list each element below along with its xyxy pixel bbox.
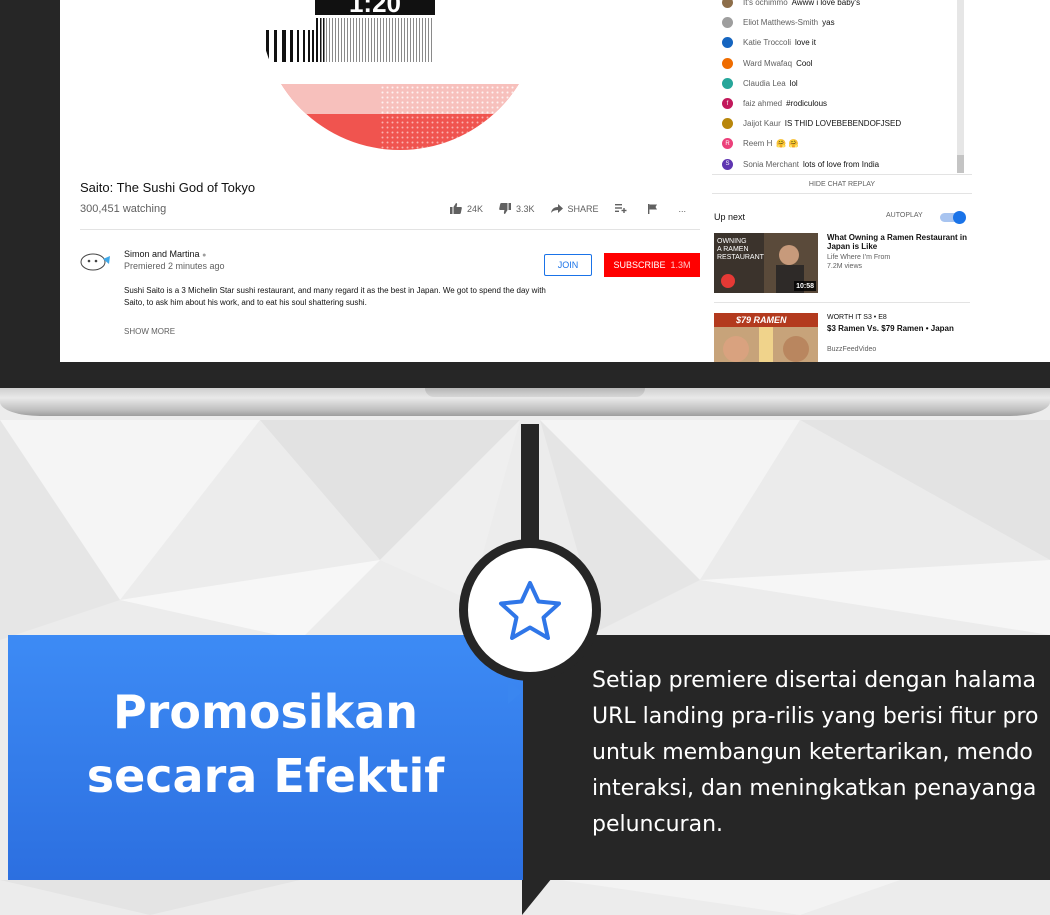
more-button[interactable]: ... bbox=[679, 204, 687, 214]
chat-avatar[interactable] bbox=[722, 57, 733, 69]
report-button[interactable] bbox=[647, 203, 663, 214]
recommended-video[interactable]: OWNING A RAMEN RESTAURANT 10:58 What Own… bbox=[714, 233, 974, 295]
chat-text: lol bbox=[789, 78, 798, 88]
svg-text:RESTAURANT: RESTAURANT bbox=[717, 254, 765, 261]
chat-message: Katie Troccoli love it bbox=[722, 37, 816, 49]
video-thumbnail[interactable]: $79 RAMEN bbox=[714, 313, 818, 362]
chat-author[interactable]: Sonia Merchant bbox=[743, 160, 799, 169]
autoplay-label: AUTOPLAY bbox=[886, 212, 923, 219]
chat-avatar[interactable] bbox=[722, 118, 733, 130]
channel-avatar[interactable] bbox=[78, 250, 112, 274]
premiere-countdown-art: 1:20 bbox=[260, 0, 540, 150]
chat-text: lots of love from India bbox=[803, 159, 880, 169]
live-chat-replay: It's ochimmo Awww i love baby's Eliot Matt… bbox=[712, 0, 972, 195]
chat-text: #rodiculous bbox=[786, 99, 828, 108]
panel-tail bbox=[522, 878, 552, 915]
video-thumbnail[interactable]: OWNING A RAMEN RESTAURANT 10:58 bbox=[714, 233, 818, 293]
chat-message: It's ochimmo Awww i love baby's bbox=[722, 0, 860, 8]
watching-count: 300,451 watching bbox=[80, 203, 167, 215]
chat-avatar[interactable] bbox=[722, 37, 733, 49]
subscriber-count: 1.3M bbox=[670, 260, 691, 270]
add-to-playlist-button[interactable] bbox=[614, 204, 632, 213]
chat-author[interactable]: It's ochimmo bbox=[743, 0, 788, 7]
chat-message: R Reem H 🤗 🤗 bbox=[722, 138, 799, 150]
hide-chat-replay-button[interactable]: HIDE CHAT REPLAY bbox=[712, 174, 972, 194]
divider bbox=[714, 302, 970, 303]
chat-message: Jaijot Kaur IS THID LOVEBEBENDOFJSED bbox=[722, 118, 902, 130]
share-icon bbox=[550, 204, 563, 213]
video-actions: 24K 3.3K SHARE ... bbox=[450, 203, 702, 214]
feature-heading: Promosikan secara Efektif bbox=[86, 685, 445, 803]
chat-author[interactable]: faiz ahmed bbox=[743, 99, 782, 108]
youtube-screen: 1:20 Saito: The Sushi God of Tokyo 300,4… bbox=[60, 0, 1050, 362]
channel-name[interactable]: Simon and Martina ● bbox=[124, 249, 206, 259]
video-title: Saito: The Sushi God of Tokyo bbox=[80, 180, 256, 195]
chat-message: S Sonia Merchant lots of love from India bbox=[722, 158, 880, 170]
chat-text: 🤗 🤗 bbox=[776, 139, 799, 149]
chat-avatar[interactable] bbox=[722, 17, 733, 29]
panel-notch bbox=[508, 680, 522, 704]
chat-avatar[interactable] bbox=[722, 77, 733, 89]
star-badge bbox=[459, 539, 601, 681]
chat-message: f faiz ahmed #rodiculous bbox=[722, 98, 827, 109]
chat-author[interactable]: Claudia Lea bbox=[743, 79, 786, 88]
laptop-notch bbox=[425, 388, 645, 397]
chat-author[interactable]: Katie Troccoli bbox=[743, 38, 791, 47]
chat-avatar[interactable]: f bbox=[722, 98, 733, 109]
dislike-button[interactable]: 3.3K bbox=[499, 203, 535, 214]
recommended-title[interactable]: What Owning a Ramen Restaurant in Japan … bbox=[827, 233, 967, 251]
recommended-title[interactable]: $3 Ramen Vs. $79 Ramen • Japan bbox=[827, 324, 967, 333]
svg-text:A RAMEN: A RAMEN bbox=[717, 246, 749, 253]
share-button[interactable]: SHARE bbox=[550, 203, 599, 214]
dislike-count: 3.3K bbox=[516, 203, 535, 214]
chat-author[interactable]: Eliot Matthews-Smith bbox=[743, 18, 818, 27]
thumb-text: OWNING bbox=[717, 238, 747, 245]
chat-author[interactable]: Jaijot Kaur bbox=[743, 119, 781, 128]
chat-scrollbar[interactable] bbox=[957, 0, 964, 173]
thumb-up-icon bbox=[450, 203, 462, 214]
up-next-label: Up next bbox=[714, 212, 746, 222]
feature-heading-panel: Promosikan secara Efektif bbox=[8, 635, 523, 880]
share-label: SHARE bbox=[567, 203, 599, 214]
verified-icon: ● bbox=[202, 252, 207, 259]
like-button[interactable]: 24K bbox=[450, 203, 483, 214]
flag-icon bbox=[647, 203, 657, 214]
playlist-add-icon bbox=[614, 204, 627, 213]
chat-author[interactable]: Ward Mwafaq bbox=[743, 59, 792, 68]
series-label: WORTH IT S3 • E8 bbox=[827, 314, 887, 321]
chat-message: Ward Mwafaq Cool bbox=[722, 57, 813, 69]
thumb-down-icon bbox=[499, 203, 512, 214]
chat-message: Claudia Lea lol bbox=[722, 77, 798, 89]
chat-text: love it bbox=[795, 38, 816, 48]
divider bbox=[80, 229, 700, 230]
star-icon bbox=[499, 581, 561, 640]
show-more-button[interactable]: SHOW MORE bbox=[124, 327, 175, 336]
thumb-text: $79 RAMEN bbox=[735, 315, 787, 325]
recommended-video[interactable]: $79 RAMEN WORTH IT S3 • E8 $3 Ramen Vs. … bbox=[714, 313, 974, 362]
join-button[interactable]: JOIN bbox=[544, 254, 592, 276]
subscribe-label: SUBSCRIBE bbox=[613, 260, 666, 270]
chat-avatar[interactable]: S bbox=[722, 158, 733, 170]
duration-badge: 10:58 bbox=[796, 283, 814, 290]
chat-author[interactable]: Reem H bbox=[743, 139, 772, 148]
countdown-text: 1:20 bbox=[349, 0, 401, 18]
chat-avatar[interactable]: R bbox=[722, 138, 733, 150]
subscribe-button[interactable]: SUBSCRIBE 1.3M bbox=[604, 253, 700, 277]
autoplay-toggle[interactable] bbox=[940, 211, 966, 224]
chat-text: Cool bbox=[796, 58, 813, 68]
chat-avatar[interactable] bbox=[722, 0, 733, 8]
chat-text: Awww i love baby's bbox=[791, 0, 861, 7]
chat-text: IS THID LOVEBEBENDOFJSED bbox=[784, 119, 902, 129]
chat-text: yas bbox=[822, 18, 835, 28]
recommended-views: 7.2M views bbox=[827, 263, 863, 270]
feature-description: Setiap premiere disertai dengan halama U… bbox=[592, 668, 1039, 837]
recommended-channel: Life Where I'm From bbox=[827, 254, 891, 261]
recommended-channel: BuzzFeedVideo bbox=[827, 346, 877, 353]
premiered-text: Premiered 2 minutes ago bbox=[124, 261, 225, 271]
like-count: 24K bbox=[467, 203, 484, 214]
video-description: Sushi Saito is a 3 Michelin Star sushi r… bbox=[124, 286, 546, 307]
chat-message: Eliot Matthews-Smith yas bbox=[722, 17, 835, 29]
